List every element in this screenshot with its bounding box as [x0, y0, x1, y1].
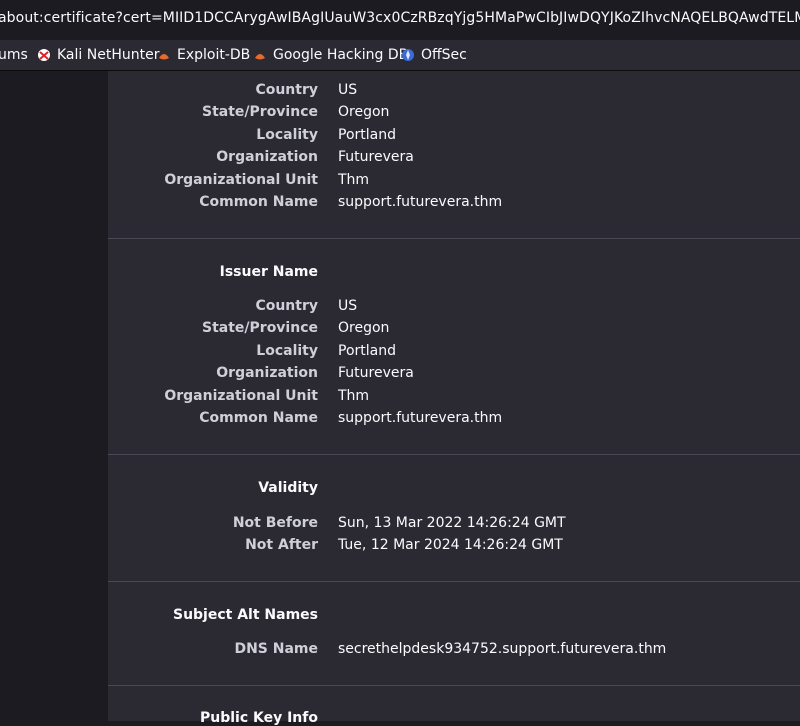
- bookmarks-toolbar: ums Kali NetHunter Exploit-DB Google Hac…: [0, 40, 800, 71]
- subject-row-organization: Organization Futurevera: [108, 149, 800, 171]
- issuer-row-common-name: Common Name support.futurevera.thm: [108, 410, 800, 432]
- bookmark-label: ums: [0, 47, 28, 63]
- field-value: Tue, 12 Mar 2024 14:26:24 GMT: [338, 537, 563, 553]
- left-panel: [0, 71, 108, 721]
- url-text[interactable]: about:certificate?cert=MIID1DCCArygAwIBA…: [0, 10, 800, 26]
- field-label: Country: [255, 82, 318, 98]
- bookmark-forums[interactable]: ums: [0, 47, 28, 63]
- field-value: Oregon: [338, 104, 390, 120]
- field-label: Organizational Unit: [164, 388, 318, 404]
- issuer-section-title: Issuer Name: [219, 264, 318, 280]
- issuer-row-country: Country US: [108, 298, 800, 320]
- bookmark-google-hacking-db[interactable]: Google Hacking DB: [253, 47, 408, 63]
- bookmark-label: Kali NetHunter: [57, 47, 160, 63]
- field-label: Not Before: [232, 515, 318, 531]
- subject-row-org-unit: Organizational Unit Thm: [108, 172, 800, 194]
- field-label: Not After: [245, 537, 318, 553]
- field-value: Portland: [338, 343, 396, 359]
- issuer-row-locality: Locality Portland: [108, 343, 800, 365]
- bookmark-label: OffSec: [421, 47, 467, 63]
- subject-row-state: State/Province Oregon: [108, 104, 800, 126]
- field-label: Locality: [256, 343, 318, 359]
- subject-row-country: Country US: [108, 82, 800, 104]
- field-value: US: [338, 82, 358, 98]
- field-label: DNS Name: [234, 641, 318, 657]
- field-label: Organizational Unit: [164, 172, 318, 188]
- subject-row-locality: Locality Portland: [108, 127, 800, 149]
- field-value: Thm: [338, 388, 370, 404]
- field-value: support.futurevera.thm: [338, 410, 503, 426]
- field-label: Organization: [216, 365, 318, 381]
- bookmark-kali-nethunter[interactable]: Kali NetHunter: [37, 47, 159, 63]
- bookmark-offsec[interactable]: OffSec: [401, 47, 467, 63]
- san-row-dns-name: DNS Name secrethelpdesk934752.support.fu…: [108, 641, 800, 663]
- bookmark-label: Exploit-DB: [177, 47, 251, 63]
- validity-row-not-after: Not After Tue, 12 Mar 2024 14:26:24 GMT: [108, 537, 800, 559]
- field-value: Portland: [338, 127, 396, 143]
- address-bar[interactable]: about:certificate?cert=MIID1DCCArygAwIBA…: [0, 0, 800, 36]
- offsec-icon: [402, 49, 414, 61]
- exploit-db-icon: [159, 54, 169, 60]
- field-label: State/Province: [202, 320, 318, 336]
- validity-section-title: Validity: [258, 480, 318, 496]
- field-value: support.futurevera.thm: [338, 194, 503, 210]
- field-value: Oregon: [338, 320, 390, 336]
- field-label: Organization: [216, 149, 318, 165]
- field-value: Futurevera: [338, 149, 414, 165]
- kali-nethunter-icon: [38, 49, 50, 61]
- field-label: Common Name: [199, 194, 318, 210]
- field-label: State/Province: [202, 104, 318, 120]
- field-value: Sun, 13 Mar 2022 14:26:24 GMT: [338, 515, 566, 531]
- issuer-row-state: State/Province Oregon: [108, 320, 800, 342]
- field-value: US: [338, 298, 358, 314]
- field-value: Thm: [338, 172, 370, 188]
- validity-row-not-before: Not Before Sun, 13 Mar 2022 14:26:24 GMT: [108, 515, 800, 537]
- field-label: Country: [255, 298, 318, 314]
- section-divider: [108, 581, 800, 582]
- certificate-viewer: Country US State/Province Oregon Localit…: [108, 71, 800, 726]
- field-value: Futurevera: [338, 365, 414, 381]
- san-section-title: Subject Alt Names: [172, 607, 318, 623]
- ghdb-icon: [255, 54, 265, 60]
- section-divider: [108, 685, 800, 686]
- issuer-row-organization: Organization Futurevera: [108, 365, 800, 387]
- public-key-section-title: Public Key Info: [199, 710, 318, 726]
- section-divider: [108, 454, 800, 455]
- subject-row-common-name: Common Name support.futurevera.thm: [108, 194, 800, 216]
- section-divider: [108, 238, 800, 239]
- field-label: Locality: [256, 127, 318, 143]
- bookmark-exploit-db[interactable]: Exploit-DB: [157, 47, 250, 63]
- field-value: secrethelpdesk934752.support.futurevera.…: [338, 641, 667, 657]
- bookmark-label: Google Hacking DB: [273, 47, 409, 63]
- issuer-row-org-unit: Organizational Unit Thm: [108, 388, 800, 410]
- field-label: Common Name: [199, 410, 318, 426]
